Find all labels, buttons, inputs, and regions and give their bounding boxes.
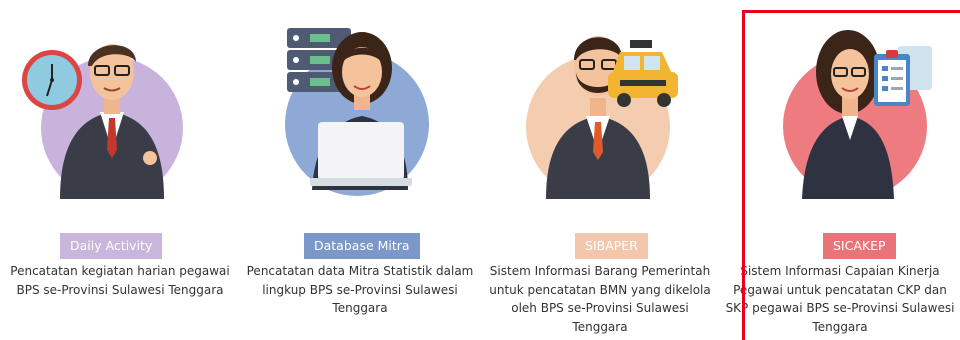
app-badge[interactable]: Daily Activity bbox=[60, 233, 163, 259]
sibaper-illustration bbox=[526, 36, 678, 199]
app-card-database-mitra[interactable]: Database Mitra Pencatatan data Mitra Sta… bbox=[240, 0, 480, 333]
app-badge[interactable]: Database Mitra bbox=[304, 233, 420, 259]
app-card-daily-activity[interactable]: Daily Activity Pencatatan kegiatan haria… bbox=[0, 0, 240, 333]
daily-activity-illustration bbox=[22, 44, 183, 199]
app-card-sibaper[interactable]: SIBAPER Sistem Informasi Barang Pemerint… bbox=[480, 0, 720, 334]
clipboard-icon bbox=[874, 46, 932, 106]
database-mitra-illustration bbox=[285, 28, 429, 196]
app-badge[interactable]: SICAKEP bbox=[823, 233, 896, 259]
app-card-sicakep[interactable]: SICAKEP Sistem Informasi Capaian Kinerja… bbox=[720, 0, 960, 340]
app-badge[interactable]: SIBAPER bbox=[575, 233, 648, 259]
clock-icon bbox=[22, 50, 82, 110]
sicakep-illustration bbox=[783, 30, 932, 199]
app-description: Sistem Informasi Barang Pemerintah untuk… bbox=[489, 264, 711, 334]
app-description: Sistem Informasi Capaian Kinerja Pegawai… bbox=[725, 264, 955, 334]
app-description: Pencatatan kegiatan harian pegawai BPS s… bbox=[10, 264, 230, 297]
app-description: Pencatatan data Mitra Statistik dalam li… bbox=[246, 264, 474, 315]
